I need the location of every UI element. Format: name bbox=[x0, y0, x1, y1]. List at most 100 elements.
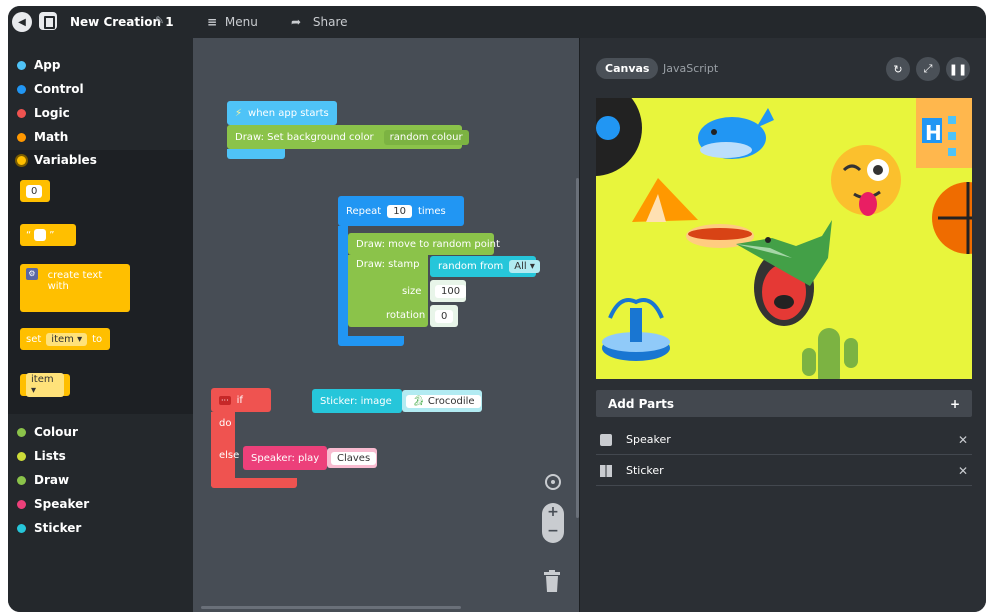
number-block[interactable]: 0 bbox=[20, 180, 50, 202]
app-window: ◀ New Creation 1 ✎ ≡ Menu ➦ Share App Co… bbox=[8, 6, 986, 612]
set-background-block[interactable]: Draw: Set background color random colour bbox=[227, 125, 469, 149]
category-dot bbox=[17, 451, 26, 461]
recenter-icon[interactable] bbox=[545, 474, 561, 490]
speaker-play-block[interactable]: Speaker: play bbox=[243, 446, 327, 470]
category-label: Sticker bbox=[34, 521, 82, 535]
if-block[interactable]: ··· if bbox=[211, 388, 271, 412]
fullscreen-icon[interactable]: ⤢ bbox=[916, 57, 940, 81]
trash-icon[interactable] bbox=[543, 570, 561, 592]
back-arrow-icon[interactable]: ◀ bbox=[12, 12, 32, 32]
move-random-block[interactable]: Draw: move to random point bbox=[348, 233, 500, 255]
repeat-block[interactable]: Repeat 10 times bbox=[338, 196, 464, 226]
repeat-count[interactable]: 10 bbox=[387, 204, 412, 218]
times-label: times bbox=[417, 205, 446, 217]
speaker-icon bbox=[600, 433, 612, 446]
zoom-control[interactable]: + − bbox=[542, 503, 564, 543]
rotation-label: rotation bbox=[386, 310, 426, 321]
get-variable-block[interactable]: item ▾ bbox=[20, 373, 70, 397]
category-sticker[interactable]: Sticker bbox=[17, 519, 81, 537]
sticker-icon bbox=[600, 464, 612, 477]
rotation-value-block[interactable]: 0 bbox=[430, 305, 458, 327]
size-value[interactable]: 100 bbox=[435, 284, 467, 298]
tab-canvas[interactable]: Canvas bbox=[596, 58, 659, 79]
share-label: Share bbox=[312, 15, 348, 29]
gear-icon: ··· bbox=[219, 395, 231, 405]
category-draw[interactable]: Draw bbox=[17, 471, 69, 489]
pause-icon[interactable]: ❚❚ bbox=[946, 57, 970, 81]
category-math[interactable]: Math bbox=[17, 128, 68, 146]
block-footer bbox=[227, 149, 285, 159]
remove-part-icon[interactable]: ✕ bbox=[958, 464, 968, 478]
category-dot bbox=[17, 523, 26, 533]
category-label: Variables bbox=[34, 153, 97, 167]
repeat-footer bbox=[338, 336, 404, 346]
create-text-block[interactable]: ⚙ create text with bbox=[20, 264, 130, 312]
repeat-label: Repeat bbox=[346, 205, 382, 217]
document-icon[interactable] bbox=[39, 12, 57, 30]
rotation-value[interactable]: 0 bbox=[435, 309, 454, 323]
crocodile-value[interactable]: 🐊︎ Crocodile bbox=[406, 394, 481, 408]
part-row-speaker[interactable]: Speaker ✕ bbox=[596, 425, 972, 455]
category-speaker[interactable]: Speaker bbox=[17, 495, 89, 513]
category-label: Lists bbox=[34, 449, 66, 463]
whale-sticker bbox=[698, 108, 774, 159]
category-label: Colour bbox=[34, 425, 78, 439]
restart-icon[interactable]: ↻ bbox=[886, 57, 910, 81]
category-dot bbox=[17, 499, 26, 509]
tab-javascript[interactable]: JavaScript bbox=[663, 62, 718, 75]
svg-text:H: H bbox=[925, 121, 942, 145]
category-label: Draw bbox=[34, 473, 70, 487]
category-control[interactable]: Control bbox=[17, 80, 84, 98]
close-quote: ” bbox=[49, 229, 55, 241]
random-from-dropdown[interactable]: All ▾ bbox=[509, 260, 540, 273]
part-row-sticker[interactable]: Sticker ✕ bbox=[596, 456, 972, 486]
tent-sticker bbox=[632, 178, 698, 222]
variables-flyout: 0 “ ” ⚙ create text with set item ▾ to i… bbox=[8, 150, 193, 414]
claves-block[interactable]: Claves bbox=[327, 448, 377, 468]
add-parts-button[interactable]: Add Parts + bbox=[596, 390, 972, 417]
preview-panel: Canvas JavaScript ↻ ⤢ ❚❚ H Add Parts + S… bbox=[579, 38, 986, 612]
speaker-value[interactable]: Claves bbox=[331, 451, 377, 465]
stamp-block[interactable]: Draw: stamp size rotation bbox=[348, 255, 428, 327]
set-label: set bbox=[26, 333, 42, 345]
category-dot bbox=[17, 427, 26, 437]
zoom-in-icon[interactable]: + bbox=[542, 503, 564, 522]
block-label: Sticker: image bbox=[320, 395, 392, 407]
category-label: Control bbox=[34, 82, 84, 96]
edit-title-icon[interactable]: ✎ bbox=[155, 14, 164, 27]
size-value-block[interactable]: 100 bbox=[430, 280, 467, 302]
category-lists[interactable]: Lists bbox=[17, 447, 66, 465]
emoji-sticker bbox=[831, 145, 901, 216]
random-colour-block[interactable]: random colour bbox=[383, 129, 469, 145]
text-block[interactable]: “ ” bbox=[20, 224, 76, 246]
size-label: size bbox=[402, 286, 422, 297]
block-label: Draw: stamp bbox=[356, 259, 420, 270]
part-label: Speaker bbox=[626, 433, 671, 446]
category-dot bbox=[17, 475, 26, 485]
block-workspace[interactable]: ⚡ when app starts Draw: Set background c… bbox=[193, 38, 579, 612]
if-arm: do else bbox=[211, 412, 239, 486]
remove-part-icon[interactable]: ✕ bbox=[958, 433, 968, 447]
category-logic[interactable]: Logic bbox=[17, 104, 70, 122]
to-label: to bbox=[92, 333, 103, 345]
random-from-block[interactable]: random from All ▾ bbox=[430, 256, 540, 277]
menu-button[interactable]: ≡ Menu bbox=[207, 15, 258, 29]
category-dot bbox=[17, 60, 26, 70]
category-colour[interactable]: Colour bbox=[17, 423, 78, 441]
canvas-stage[interactable]: H bbox=[596, 98, 972, 379]
set-variable-block[interactable]: set item ▾ to bbox=[20, 328, 110, 350]
when-app-starts-block[interactable]: ⚡ when app starts bbox=[227, 101, 337, 125]
block-palette: App Control Logic Math Variables 0 “ ” ⚙… bbox=[8, 38, 193, 612]
variable-dropdown[interactable]: item ▾ bbox=[46, 332, 88, 346]
part-label: Sticker bbox=[626, 464, 664, 477]
variable-dropdown[interactable]: item ▾ bbox=[26, 373, 64, 397]
horizontal-scrollbar[interactable] bbox=[201, 606, 461, 609]
if-label: if bbox=[236, 394, 243, 406]
gear-icon: ⚙ bbox=[26, 268, 38, 280]
category-variables[interactable]: Variables bbox=[17, 151, 97, 169]
crocodile-block[interactable]: 🐊︎ Crocodile bbox=[402, 390, 482, 412]
zoom-out-icon[interactable]: − bbox=[542, 522, 564, 541]
sticker-image-block[interactable]: Sticker: image bbox=[312, 389, 402, 413]
share-button[interactable]: ➦ Share bbox=[291, 15, 348, 29]
category-app[interactable]: App bbox=[17, 56, 60, 74]
